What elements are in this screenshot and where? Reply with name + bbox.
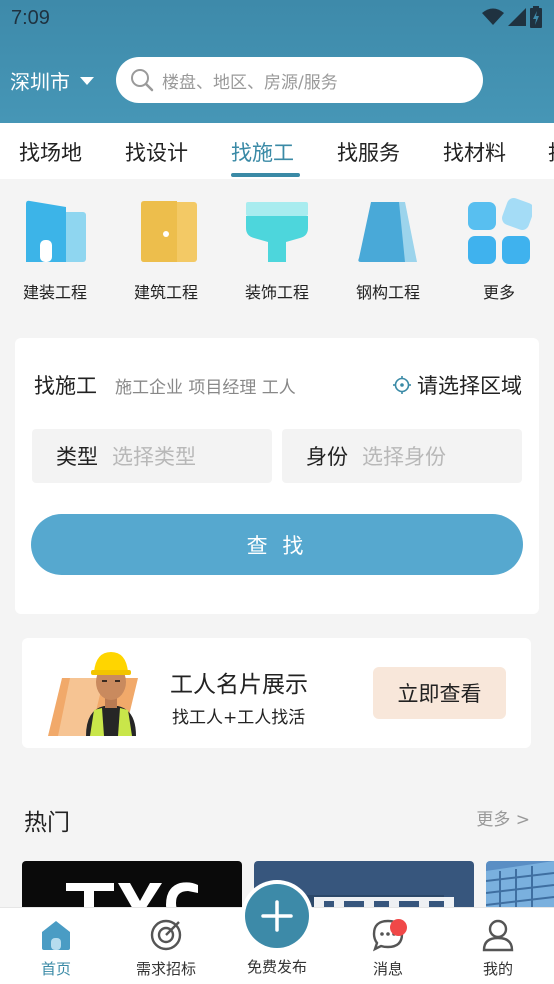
status-icons [482, 6, 542, 28]
banner-subtitle: 找工人+工人找活 [172, 708, 306, 728]
identity-label: 身份 [306, 445, 348, 469]
nav-bidding[interactable]: 需求招标 [116, 908, 216, 979]
category-item[interactable]: 钢构工程 [348, 198, 428, 303]
tab-design[interactable]: 找设计 [125, 137, 188, 167]
hot-more-link[interactable]: 更多 > [476, 805, 530, 830]
category-item[interactable]: 装饰工程 [237, 198, 317, 303]
status-time: 7:09 [11, 7, 50, 29]
category-tabs: 找场地 找设计 找施工 找服务 找材料 找 [0, 123, 554, 179]
identity-select[interactable]: 身份 选择身份 [282, 429, 522, 483]
city-selector[interactable]: 深圳市 [10, 66, 94, 95]
category-label: 钢构工程 [355, 283, 420, 302]
publish-button[interactable] [241, 880, 313, 952]
category-label: 建装工程 [22, 283, 87, 302]
category-item[interactable]: 建筑工程 [126, 198, 206, 303]
tab-venue[interactable]: 找场地 [19, 137, 82, 167]
nav-mine[interactable]: 我的 [448, 908, 548, 979]
paint-roller-icon [244, 198, 310, 264]
grid-more-icon [466, 198, 534, 264]
hot-section-title: 热门 [24, 810, 70, 836]
finder-title: 找施工 [34, 374, 97, 398]
category-label: 建筑工程 [133, 283, 198, 302]
tab-service[interactable]: 找服务 [337, 137, 400, 167]
category-label: 更多 [482, 283, 515, 302]
plus-icon [261, 900, 293, 932]
search-input[interactable]: 楼盘、地区、房源/服务 [116, 57, 483, 103]
area-label: 请选择区域 [417, 374, 522, 398]
worker-illustration [48, 652, 138, 736]
battery-icon [530, 6, 542, 28]
building-icon [22, 198, 88, 264]
search-icon [131, 69, 154, 92]
tab-overflow[interactable]: 找 [548, 137, 554, 167]
header: 7:09 深圳市 楼盘、地区、房源/服务 [0, 0, 554, 123]
tab-construction[interactable]: 找施工 [231, 137, 294, 167]
type-label: 类型 [56, 445, 98, 469]
tab-material[interactable]: 找材料 [443, 137, 506, 167]
nav-label: 首页 [40, 960, 71, 978]
location-target-icon [393, 376, 411, 394]
chevron-down-icon [80, 76, 94, 85]
finder-card: 找施工 施工企业 项目经理 工人 请选择区域 类型 选择类型 身份 选择身份 查… [15, 338, 539, 614]
signal-icon [508, 8, 526, 26]
type-placeholder: 选择类型 [112, 445, 196, 469]
city-label: 深圳市 [10, 70, 70, 94]
nav-label: 我的 [482, 960, 513, 978]
steel-structure-icon [355, 198, 421, 264]
area-selector[interactable]: 请选择区域 [393, 370, 522, 400]
tab-underline [231, 173, 300, 177]
view-now-button[interactable]: 立即查看 [373, 667, 506, 719]
door-icon [133, 198, 199, 264]
wifi-icon [482, 8, 504, 25]
target-icon [150, 919, 182, 951]
nav-home[interactable]: 首页 [6, 908, 106, 979]
nav-publish[interactable]: 免费发布 [227, 952, 327, 977]
nav-messages[interactable]: 消息 [338, 908, 438, 979]
nav-label: 免费发布 [246, 958, 307, 976]
nav-label: 消息 [372, 960, 403, 978]
banner-title: 工人名片展示 [170, 672, 308, 698]
type-select[interactable]: 类型 选择类型 [32, 429, 272, 483]
user-icon [482, 919, 514, 952]
category-label: 装饰工程 [244, 283, 309, 302]
category-item[interactable]: 更多 [459, 198, 539, 303]
finder-subtitle: 施工企业 项目经理 工人 [115, 378, 296, 398]
worker-card-banner[interactable]: 工人名片展示 找工人+工人找活 立即查看 [22, 638, 531, 748]
identity-placeholder: 选择身份 [362, 445, 446, 469]
category-grid: 建装工程 建筑工程 装饰工程 钢构工程 更多 [0, 198, 554, 308]
search-button[interactable]: 查 找 [31, 514, 523, 575]
search-placeholder: 楼盘、地区、房源/服务 [162, 72, 338, 93]
message-badge [390, 919, 407, 936]
nav-label: 需求招标 [135, 960, 196, 978]
home-icon [42, 921, 70, 950]
category-item[interactable]: 建装工程 [15, 198, 95, 303]
